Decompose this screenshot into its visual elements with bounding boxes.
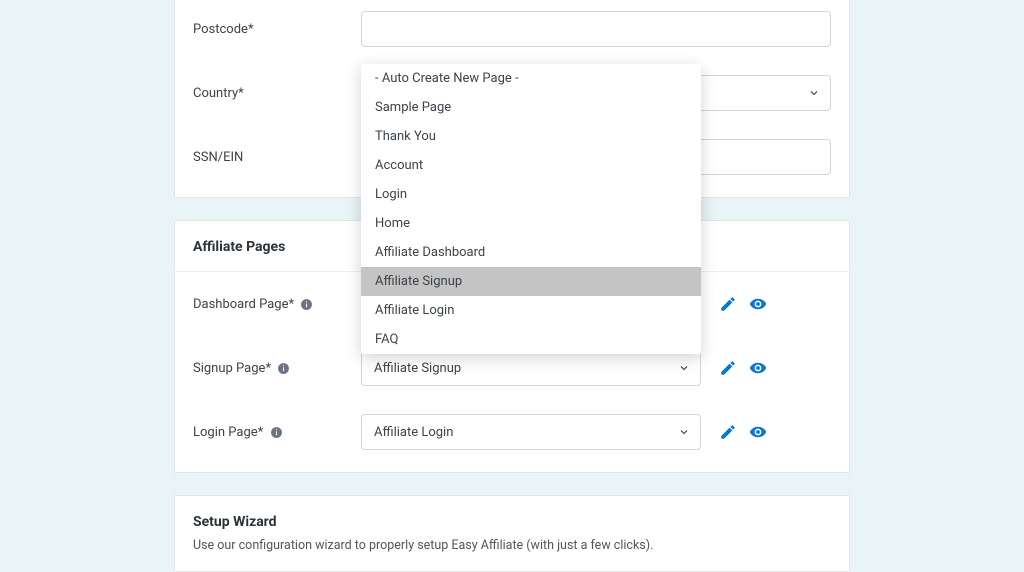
label-dashboard-text: Dashboard Page* [193,297,294,312]
edit-icon[interactable] [719,295,737,313]
select-login-page[interactable]: Affiliate Login [361,414,701,450]
edit-icon[interactable] [719,423,737,441]
label-country: Country* [193,86,361,101]
dropdown-option[interactable]: Account [361,151,701,180]
chevron-down-icon [808,87,820,99]
dropdown-option[interactable]: Affiliate Login [361,296,701,325]
select-login-value: Affiliate Login [374,425,453,440]
setup-wizard-card: Setup Wizard Use our configuration wizar… [174,495,850,572]
chevron-down-icon [678,362,690,374]
label-signup-page: Signup Page* [193,361,361,376]
page-dropdown-menu: - Auto Create New Page -Sample PageThank… [361,64,701,354]
row-postcode: Postcode* [175,0,849,61]
dropdown-option[interactable]: Affiliate Dashboard [361,238,701,267]
label-postcode: Postcode* [193,22,361,37]
info-icon[interactable] [300,298,313,311]
label-login-page: Login Page* [193,425,361,440]
edit-icon[interactable] [719,359,737,377]
label-login-text: Login Page* [193,425,263,440]
row-dashboard-page: Dashboard Page* - Auto Create New Page -… [175,272,849,336]
dropdown-option[interactable]: Home [361,209,701,238]
label-signup-text: Signup Page* [193,361,271,376]
dropdown-option[interactable]: FAQ [361,325,701,354]
info-icon[interactable] [277,362,290,375]
dropdown-option[interactable]: - Auto Create New Page - [361,64,701,93]
eye-icon[interactable] [749,423,767,441]
dropdown-option[interactable]: Thank You [361,122,701,151]
section-title-setup-wizard: Setup Wizard [175,496,849,538]
label-dashboard-page: Dashboard Page* [193,297,361,312]
dropdown-option[interactable]: Sample Page [361,93,701,122]
dropdown-option[interactable]: Login [361,180,701,209]
wizard-description: Use our configuration wizard to properly… [175,538,849,571]
input-postcode[interactable] [361,11,831,47]
select-signup-value: Affiliate Signup [374,361,461,376]
info-icon[interactable] [270,426,283,439]
chevron-down-icon [678,426,690,438]
row-login-page: Login Page* Affiliate Login [175,400,849,472]
label-ssn: SSN/EIN [193,150,361,165]
eye-icon[interactable] [749,359,767,377]
dropdown-option[interactable]: Affiliate Signup [361,267,701,296]
affiliate-pages-card: Affiliate Pages Dashboard Page* - Auto C… [174,220,850,473]
select-signup-page[interactable]: Affiliate Signup [361,350,701,386]
eye-icon[interactable] [749,295,767,313]
